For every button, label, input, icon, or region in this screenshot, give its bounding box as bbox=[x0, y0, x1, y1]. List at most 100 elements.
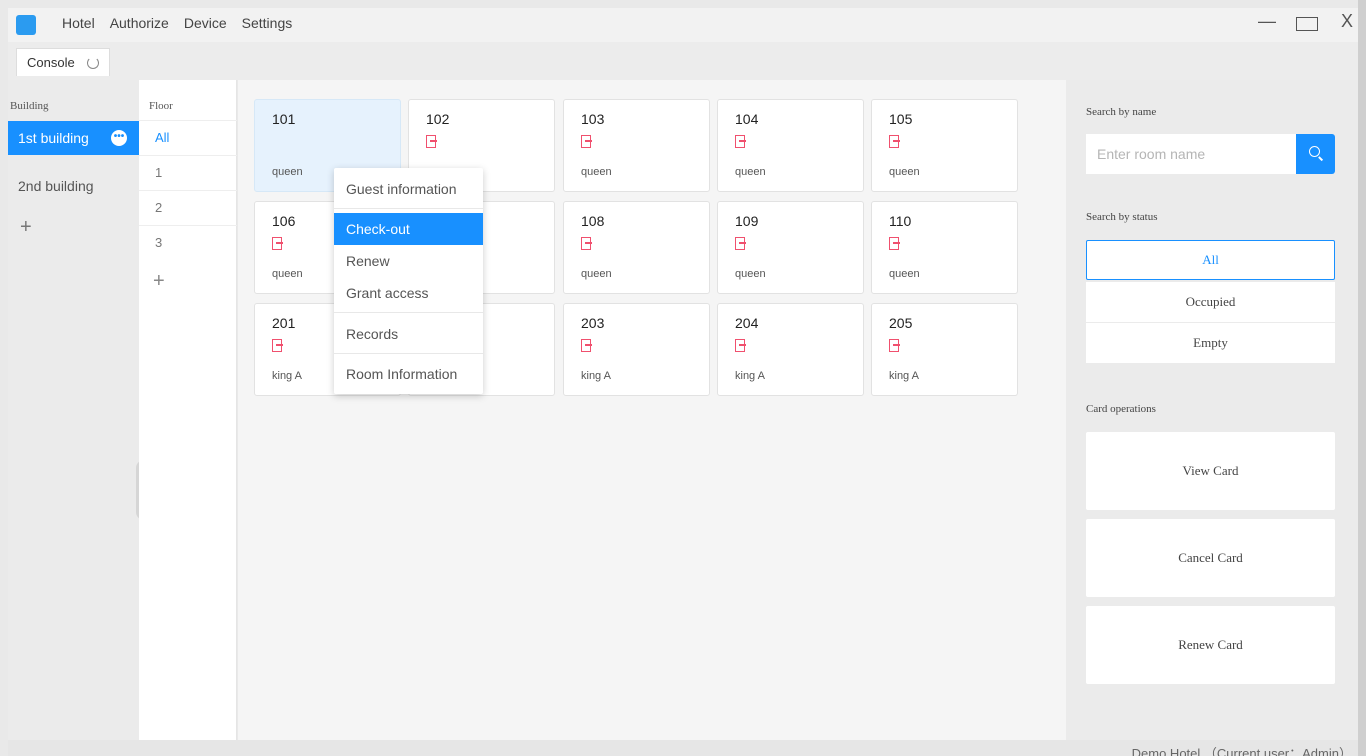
menu-item-room-information[interactable]: Room Information bbox=[334, 358, 483, 390]
room-type: king A bbox=[272, 370, 302, 382]
building-label: 2nd building bbox=[18, 178, 94, 194]
room-card[interactable]: 109 queen bbox=[717, 201, 864, 294]
room-type: queen bbox=[735, 268, 766, 280]
room-number: 203 bbox=[581, 315, 605, 331]
building-item-2nd[interactable]: 2nd building bbox=[8, 169, 139, 203]
status-bar: Demo Hotel （Current user：Admin） bbox=[8, 740, 1358, 756]
occupied-status-icon bbox=[889, 339, 900, 352]
room-type: queen bbox=[581, 166, 612, 178]
room-card[interactable]: 203 king A bbox=[563, 303, 710, 396]
floor-item-2[interactable]: 2 bbox=[139, 190, 237, 224]
room-number: 102 bbox=[426, 111, 450, 127]
floor-item-all[interactable]: All bbox=[139, 120, 237, 154]
building-panel: Building 1st building ••• 2nd building + bbox=[8, 80, 150, 740]
maximize-icon bbox=[1296, 17, 1318, 31]
occupied-status-icon bbox=[581, 135, 592, 148]
room-type: king A bbox=[581, 370, 611, 382]
room-type: queen bbox=[889, 166, 920, 178]
status-filter-all[interactable]: All bbox=[1086, 240, 1335, 280]
view-card-button[interactable]: View Card bbox=[1086, 432, 1335, 510]
card-operations-label: Card operations bbox=[1086, 403, 1156, 415]
menu-item-grant-access[interactable]: Grant access bbox=[334, 277, 483, 309]
floor-panel-title: Floor bbox=[149, 100, 173, 112]
room-number: 108 bbox=[581, 213, 605, 229]
occupied-status-icon bbox=[426, 135, 437, 148]
room-number: 110 bbox=[889, 213, 912, 229]
menu-settings[interactable]: Settings bbox=[242, 15, 293, 31]
room-type: king A bbox=[889, 370, 919, 382]
room-number: 105 bbox=[889, 111, 913, 127]
room-type: queen bbox=[272, 166, 303, 178]
room-card[interactable]: 108 queen bbox=[563, 201, 710, 294]
menu-divider bbox=[334, 312, 483, 313]
menu-device[interactable]: Device bbox=[184, 15, 227, 31]
floor-item-3[interactable]: 3 bbox=[139, 225, 237, 259]
occupied-status-icon bbox=[581, 237, 592, 250]
menu-item-check-out[interactable]: Check-out bbox=[334, 213, 483, 245]
search-by-status-label: Search by status bbox=[1086, 211, 1158, 223]
current-user-status: Demo Hotel （Current user：Admin） bbox=[1131, 746, 1352, 756]
room-number: 204 bbox=[735, 315, 759, 331]
main-menu: Hotel Authorize Device Settings bbox=[62, 15, 292, 31]
more-options-icon[interactable]: ••• bbox=[111, 130, 127, 146]
status-filter-occupied[interactable]: Occupied bbox=[1086, 282, 1335, 322]
occupied-status-icon bbox=[889, 237, 900, 250]
window-edge bbox=[1358, 0, 1366, 756]
window-controls: — X bbox=[1256, 11, 1358, 36]
room-number: 109 bbox=[735, 213, 759, 229]
room-context-menu: Guest information Check-out Renew Grant … bbox=[334, 168, 483, 394]
room-number: 205 bbox=[889, 315, 913, 331]
room-type: queen bbox=[889, 268, 920, 280]
building-label: 1st building bbox=[18, 130, 89, 146]
room-card[interactable]: 105 queen bbox=[871, 99, 1018, 192]
room-number: 106 bbox=[272, 213, 296, 229]
cancel-card-button[interactable]: Cancel Card bbox=[1086, 519, 1335, 597]
room-type: queen bbox=[272, 268, 303, 280]
tab-label: Console bbox=[27, 55, 75, 70]
menu-divider bbox=[334, 208, 483, 209]
occupied-status-icon bbox=[735, 135, 746, 148]
menu-divider bbox=[334, 353, 483, 354]
building-item-1st[interactable]: 1st building ••• bbox=[8, 121, 139, 155]
search-icon bbox=[1309, 146, 1320, 157]
title-bar: Hotel Authorize Device Settings — X bbox=[8, 8, 1358, 42]
menu-item-records[interactable]: Records bbox=[334, 318, 483, 350]
menu-authorize[interactable]: Authorize bbox=[110, 15, 169, 31]
search-button[interactable] bbox=[1296, 134, 1335, 174]
menu-hotel[interactable]: Hotel bbox=[62, 15, 95, 31]
refresh-icon[interactable] bbox=[86, 56, 99, 69]
occupied-status-icon bbox=[735, 339, 746, 352]
tab-bar: Console bbox=[8, 42, 1358, 80]
add-building-button[interactable]: + bbox=[20, 216, 32, 239]
occupied-status-icon bbox=[272, 237, 283, 250]
room-card[interactable]: 204 king A bbox=[717, 303, 864, 396]
tab-console[interactable]: Console bbox=[16, 48, 110, 76]
occupied-status-icon bbox=[581, 339, 592, 352]
app-logo-icon bbox=[16, 15, 36, 35]
floor-item-1[interactable]: 1 bbox=[139, 155, 237, 189]
floor-panel: Floor All 1 2 3 + bbox=[139, 80, 237, 740]
status-filter-empty[interactable]: Empty bbox=[1086, 323, 1335, 363]
menu-item-renew[interactable]: Renew bbox=[334, 245, 483, 277]
menu-item-guest-information[interactable]: Guest information bbox=[334, 173, 483, 205]
room-card[interactable]: 110 queen bbox=[871, 201, 1018, 294]
room-name-search-input[interactable] bbox=[1086, 134, 1296, 174]
room-number: 101 bbox=[272, 111, 296, 127]
add-floor-button[interactable]: + bbox=[153, 270, 165, 293]
close-button[interactable]: X bbox=[1336, 11, 1358, 36]
minimize-button[interactable]: — bbox=[1256, 11, 1278, 36]
room-card[interactable]: 103 queen bbox=[563, 99, 710, 192]
occupied-status-icon bbox=[272, 339, 283, 352]
occupied-status-icon bbox=[889, 135, 900, 148]
room-card[interactable]: 205 king A bbox=[871, 303, 1018, 396]
room-number: 103 bbox=[581, 111, 605, 127]
maximize-button[interactable] bbox=[1296, 11, 1318, 36]
room-card[interactable]: 104 queen bbox=[717, 99, 864, 192]
room-type: queen bbox=[581, 268, 612, 280]
room-number: 104 bbox=[735, 111, 759, 127]
renew-card-button[interactable]: Renew Card bbox=[1086, 606, 1335, 684]
building-panel-title: Building bbox=[10, 100, 49, 112]
search-by-name-label: Search by name bbox=[1086, 106, 1157, 118]
right-panel: Search by name Search by status All Occu… bbox=[1066, 80, 1358, 740]
room-type: king A bbox=[735, 370, 765, 382]
